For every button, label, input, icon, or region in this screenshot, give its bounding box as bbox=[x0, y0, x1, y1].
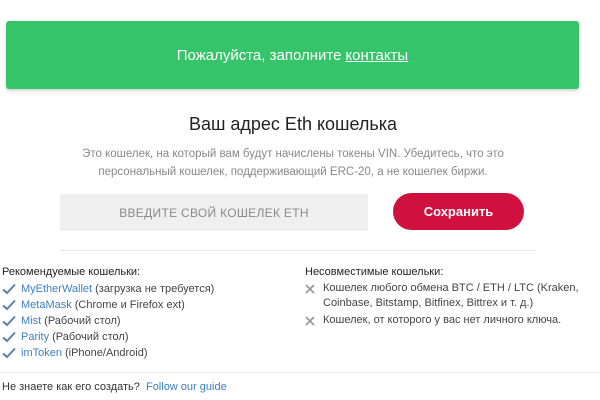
wallet-note: (Рабочий стол) bbox=[44, 315, 121, 327]
incompatible-item-text: Кошелек любого обмена BTC / ETH / LTC (K… bbox=[323, 282, 579, 309]
recommended-wallets-title: Рекомендуемые кошельки: bbox=[2, 266, 141, 278]
wallet-section-title: Ваш адрес Eth кошелька bbox=[188, 114, 398, 134]
wallet-note: (Рабочий стол) bbox=[52, 331, 129, 343]
list-item: Parity (Рабочий стол) bbox=[2, 329, 292, 345]
incompatible-item-text: Кошелек, от которого у вас нет личного к… bbox=[323, 314, 562, 326]
check-icon bbox=[2, 299, 16, 311]
save-button[interactable]: Сохранить bbox=[393, 193, 524, 230]
incompatible-wallets-list: Кошелек любого обмена BTC / ETH / LTC (K… bbox=[305, 281, 597, 330]
check-icon bbox=[2, 331, 16, 343]
footer-help: Не знаете как его создать? Follow our gu… bbox=[2, 381, 227, 393]
wallet-link-myetherwallet[interactable]: MyEtherWallet bbox=[21, 281, 92, 297]
cross-icon bbox=[305, 284, 315, 294]
wallet-note: (загрузка не требуется) bbox=[95, 283, 215, 295]
page: Пожалуйста, заполните контакты Ваш адрес… bbox=[0, 0, 600, 400]
recommended-wallets-list: MyEtherWallet (загрузка не требуется) Me… bbox=[2, 281, 292, 361]
footer-text: Не знаете как его создать? bbox=[2, 381, 140, 393]
banner-text: Пожалуйста, заполните bbox=[176, 46, 342, 64]
contacts-alert-banner: Пожалуйста, заполните контакты bbox=[6, 21, 579, 89]
wallet-link-mist[interactable]: Mist bbox=[21, 313, 41, 329]
list-item: imToken (iPhone/Android) bbox=[2, 345, 292, 361]
list-item: MyEtherWallet (загрузка не требуется) bbox=[2, 281, 292, 297]
contacts-link[interactable]: контакты bbox=[345, 47, 408, 64]
list-item: Mist (Рабочий стол) bbox=[2, 313, 292, 329]
list-item: Кошелек, от которого у вас нет личного к… bbox=[305, 313, 597, 328]
list-item: Кошелек любого обмена BTC / ETH / LTC (K… bbox=[305, 281, 597, 311]
wallet-link-parity[interactable]: Parity bbox=[21, 329, 49, 345]
follow-guide-link[interactable]: Follow our guide bbox=[146, 381, 227, 393]
wallet-link-metamask[interactable]: MetaMask bbox=[21, 297, 72, 313]
eth-wallet-input[interactable] bbox=[60, 194, 368, 231]
cross-icon bbox=[305, 316, 315, 326]
check-icon bbox=[2, 283, 16, 295]
wallet-description: Это кошелек, на который вам будут начисл… bbox=[82, 148, 504, 178]
footer-divider bbox=[0, 372, 600, 373]
section-divider bbox=[60, 250, 536, 251]
wallet-note: (iPhone/Android) bbox=[64, 347, 148, 359]
wallet-note: (Chrome и Firefox ext) bbox=[74, 299, 185, 311]
check-icon bbox=[2, 315, 16, 327]
check-icon bbox=[2, 347, 16, 359]
wallet-link-imtoken[interactable]: imToken bbox=[21, 345, 62, 361]
incompatible-wallets-title: Несовместимые кошельки: bbox=[305, 266, 444, 278]
list-item: MetaMask (Chrome и Firefox ext) bbox=[2, 297, 292, 313]
